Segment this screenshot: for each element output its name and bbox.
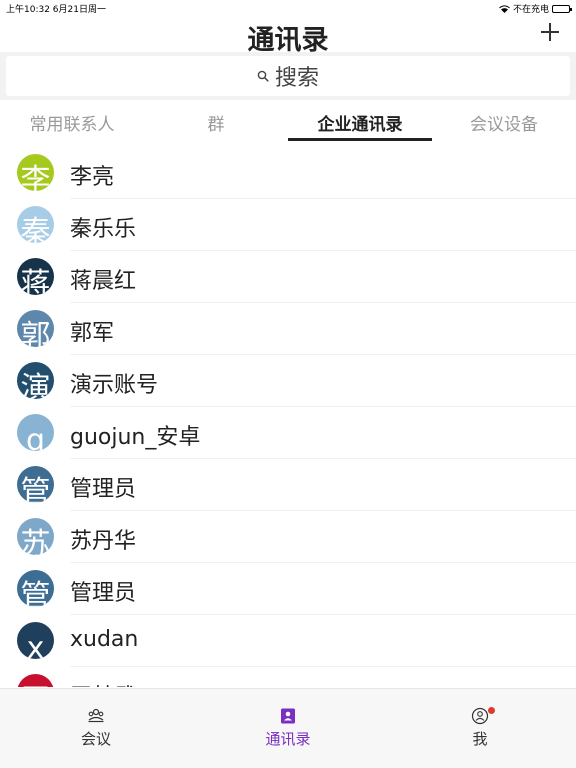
- tab-frequent-contacts[interactable]: 常用联系人: [0, 110, 144, 135]
- avatar: 王: [17, 674, 54, 687]
- list-item[interactable]: g guojun_安卓: [0, 407, 576, 459]
- battery-icon: [552, 4, 572, 13]
- contact-tabs: 常用联系人 群 企业通讯录 会议设备: [0, 100, 576, 142]
- navigation-bar: 通讯录: [0, 14, 576, 56]
- contact-name: 管理员: [70, 581, 137, 606]
- tab-meeting[interactable]: 会议: [36, 699, 156, 749]
- contact-name: 王林武: [70, 679, 136, 687]
- search-placeholder: 搜索: [274, 66, 319, 91]
- avatar: 苏: [17, 518, 54, 555]
- contact-name: guojun_安卓: [70, 425, 201, 450]
- avatar: 蒋: [17, 258, 54, 295]
- wifi-icon: [499, 4, 510, 13]
- avatar: 李: [17, 154, 54, 191]
- search-bar-container: 搜索: [0, 52, 576, 100]
- contact-name: 苏丹华: [70, 529, 137, 554]
- contact-name: 秦乐乐: [70, 217, 137, 242]
- tab-meeting-label: 会议: [80, 730, 111, 748]
- contact-name: xudan: [70, 627, 139, 652]
- tab-groups[interactable]: 群: [144, 110, 288, 135]
- list-item[interactable]: 王 王林武: [0, 667, 576, 687]
- contact-name: 演示账号: [70, 373, 159, 398]
- bottom-tab-bar: 会议 通讯录 我: [0, 688, 576, 768]
- search-input[interactable]: 搜索: [6, 56, 570, 96]
- add-contact-button[interactable]: [538, 20, 562, 44]
- list-item[interactable]: 演 演示账号: [0, 355, 576, 407]
- avatar: g: [17, 414, 54, 451]
- tab-me[interactable]: 我: [420, 699, 540, 749]
- contact-name: 郭军: [70, 321, 115, 346]
- tab-enterprise-directory[interactable]: 企业通讯录: [288, 110, 432, 135]
- list-item[interactable]: 秦 秦乐乐: [0, 199, 576, 251]
- contact-list[interactable]: 李 李亮 秦 秦乐乐 蒋 蒋晨红 郭 郭军 演 演示账号 g guojun_安卓…: [0, 147, 576, 687]
- list-item[interactable]: 郭 郭军: [0, 303, 576, 355]
- tab-me-label: 我: [472, 730, 488, 748]
- avatar: x: [17, 622, 54, 659]
- list-item[interactable]: 李 李亮: [0, 147, 576, 199]
- avatar: 秦: [17, 206, 54, 243]
- contacts-book-icon: [281, 708, 295, 724]
- status-bar: 上午10:32 6月21日周一 不在充电: [0, 0, 576, 15]
- contact-name: 李亮: [70, 165, 115, 190]
- tab-contacts[interactable]: 通讯录: [228, 699, 348, 749]
- contact-name: 管理员: [70, 477, 137, 502]
- profile-icon: [471, 707, 489, 725]
- list-item[interactable]: 管 管理员: [0, 563, 576, 615]
- notification-badge-dot: [488, 707, 495, 714]
- tab-contacts-label: 通讯录: [265, 730, 311, 748]
- contact-name: 蒋晨红: [70, 269, 137, 294]
- list-item[interactable]: x xudan: [0, 615, 576, 667]
- avatar: 郭: [17, 310, 54, 347]
- search-icon: [257, 70, 269, 82]
- list-item[interactable]: 苏 苏丹华: [0, 511, 576, 563]
- avatar: 管: [17, 466, 54, 503]
- meeting-icon: [88, 708, 104, 723]
- list-item[interactable]: 管 管理员: [0, 459, 576, 511]
- active-tab-indicator: [288, 138, 432, 141]
- avatar: 演: [17, 362, 54, 399]
- avatar: 管: [17, 570, 54, 607]
- list-item[interactable]: 蒋 蒋晨红: [0, 251, 576, 303]
- tab-meeting-devices[interactable]: 会议设备: [432, 110, 576, 135]
